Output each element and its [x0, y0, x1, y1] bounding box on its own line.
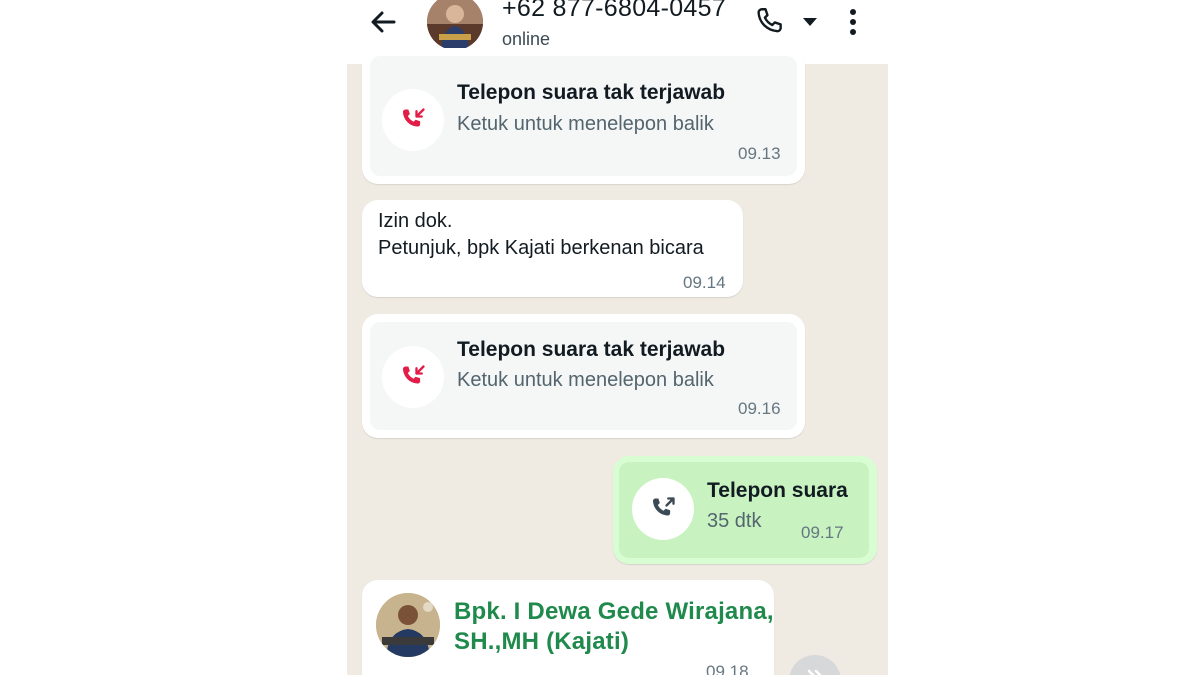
more-options-button[interactable] — [843, 6, 863, 38]
missed-call-icon — [402, 365, 425, 384]
contact-card-avatar — [376, 593, 440, 657]
contact-name[interactable]: +62 877-6804-0457 — [502, 0, 726, 23]
message-time: 09.16 — [738, 399, 781, 418]
contact-card-name[interactable]: SH.,MH (Kajati) — [454, 627, 629, 657]
avatar-image — [427, 0, 483, 50]
more-vertical-icon — [850, 9, 856, 35]
arrow-left-icon — [371, 11, 396, 33]
call-title: Telepon suara — [707, 479, 848, 502]
outgoing-call-badge — [632, 478, 694, 540]
call-card[interactable]: Telepon suara tak terjawab Ketuk untuk m… — [370, 56, 797, 176]
message-line: Petunjuk, bpk Kajati berkenan bicara — [378, 237, 704, 259]
avatar-image — [376, 593, 440, 657]
call-title: Telepon suara tak terjawab — [457, 81, 726, 104]
contact-status: online — [502, 29, 551, 49]
message-missed-call[interactable]: Telepon suara tak terjawab Ketuk untuk m… — [362, 48, 805, 184]
chevron-double-down-icon — [807, 669, 822, 675]
contact-card-name[interactable]: Bpk. I Dewa Gede Wirajana, — [454, 597, 774, 627]
missed-call-badge — [382, 89, 444, 151]
message-time: 09.14 — [683, 273, 726, 292]
missed-call-icon — [402, 108, 425, 127]
call-card[interactable]: Telepon suara 35 dtk 09.17 — [619, 462, 869, 558]
caret-down-icon — [803, 18, 817, 26]
message-line: Izin dok. — [378, 210, 453, 232]
back-button[interactable] — [367, 6, 399, 38]
message-missed-call[interactable]: Telepon suara tak terjawab Ketuk untuk m… — [362, 314, 805, 438]
message-contact-card[interactable]: Bpk. I Dewa Gede Wirajana, SH.,MH (Kajat… — [362, 580, 774, 675]
call-subtitle: Ketuk untuk menelepon balik — [457, 369, 714, 391]
chat-screen: +62 877-6804-0457 online Telepon suara t… — [347, 0, 888, 675]
scroll-to-bottom-button[interactable] — [789, 655, 841, 675]
phone-icon — [757, 8, 782, 33]
voice-call-button[interactable] — [752, 4, 788, 40]
call-options-dropdown[interactable] — [802, 15, 818, 27]
missed-call-badge — [382, 346, 444, 408]
call-card[interactable]: Telepon suara tak terjawab Ketuk untuk m… — [370, 322, 797, 430]
message-time: 09.13 — [738, 144, 781, 163]
message-outgoing-call[interactable]: Telepon suara 35 dtk 09.17 — [613, 456, 877, 564]
call-subtitle: Ketuk untuk menelepon balik — [457, 113, 714, 135]
outgoing-call-icon — [652, 497, 675, 516]
message-time: 09.17 — [801, 523, 844, 542]
message-text[interactable]: Izin dok. Petunjuk, bpk Kajati berkenan … — [362, 200, 743, 297]
avatar[interactable] — [427, 0, 483, 50]
message-time: 09.18 — [706, 662, 749, 675]
call-title: Telepon suara tak terjawab — [457, 338, 726, 361]
call-duration: 35 dtk — [707, 510, 762, 532]
